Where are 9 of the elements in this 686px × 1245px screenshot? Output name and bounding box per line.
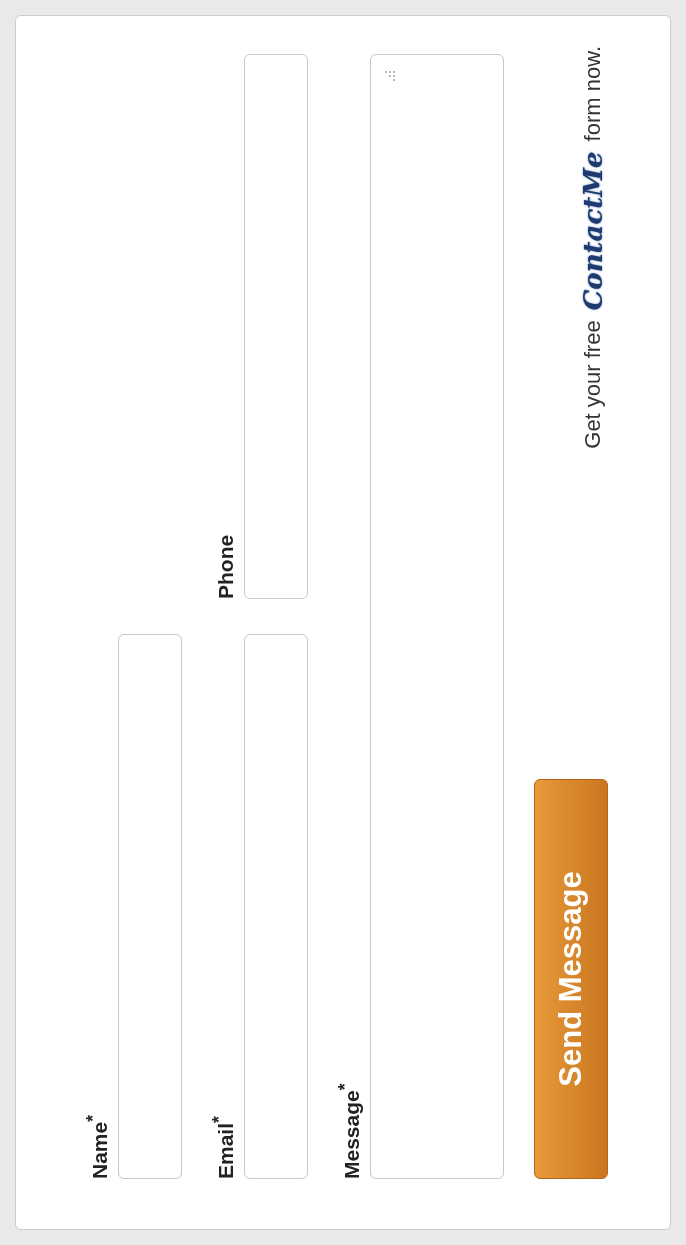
promo-text: Get your free (580, 320, 606, 449)
input-field[interactable] (244, 54, 308, 599)
resize-grip-icon[interactable] (385, 71, 395, 81)
input-field[interactable] (118, 634, 182, 1179)
promo-text: form now. (580, 46, 606, 142)
contactme-logo-link[interactable]: ContactMe (578, 151, 608, 311)
input-field[interactable] (244, 634, 308, 1179)
field-label: Phone (214, 533, 238, 599)
message-field[interactable] (370, 54, 504, 1179)
